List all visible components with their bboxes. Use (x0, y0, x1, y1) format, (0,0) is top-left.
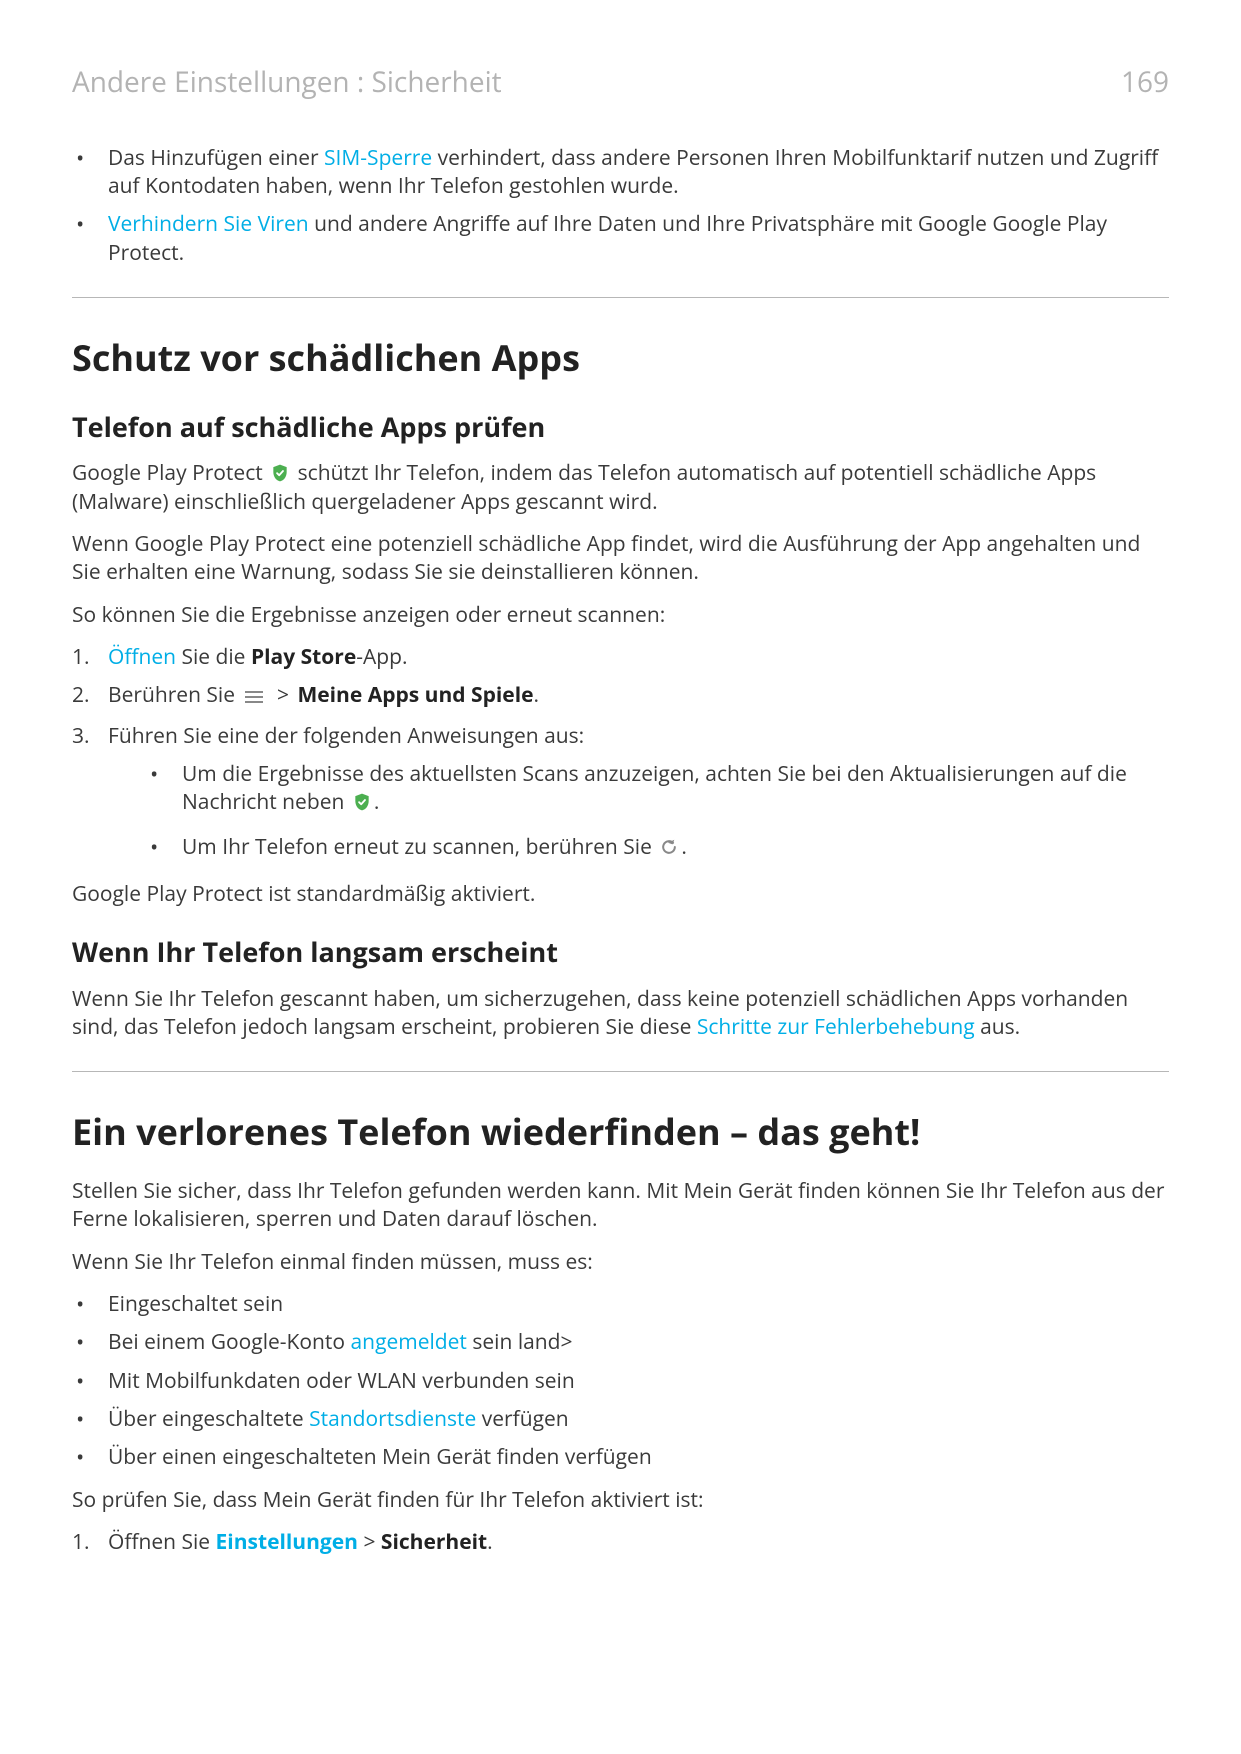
requirements-list: Eingeschaltet sein Bei einem Google-Kont… (72, 1290, 1169, 1472)
paragraph: Google Play Protect schützt Ihr Telefon,… (72, 459, 1169, 516)
link-fehlerbehebung[interactable]: Schritte zur Fehlerbehebung (697, 1013, 975, 1041)
link-standortsdienste[interactable]: Standortsdienste (309, 1405, 476, 1433)
text: Um Ihr Telefon erneut zu scannen, berühr… (182, 833, 657, 861)
section-heading-verloren: Ein verlorenes Telefon wiederfinden – da… (72, 1108, 1169, 1157)
intro-bullet-list: Das Hinzufügen einer SIM-Sperre verhinde… (72, 144, 1169, 267)
paragraph: So prüfen Sie, dass Mein Gerät finden fü… (72, 1486, 1169, 1514)
section-heading-schutz: Schutz vor schädlichen Apps (72, 334, 1169, 383)
text: sein (467, 1328, 512, 1356)
breadcrumb-separator: > (358, 1528, 381, 1556)
text: Google Play Protect (72, 459, 268, 487)
paragraph: Stellen Sie sicher, dass Ihr Telefon gef… (72, 1177, 1169, 1234)
text: -App. (356, 643, 407, 671)
step-3-sub-2: Um Ihr Telefon erneut zu scannen, berühr… (144, 833, 1169, 864)
scan-steps-list: Öffnen Sie die Play Store-App. Berühren … (72, 643, 1169, 864)
bold-sicherheit: Sicherheit (381, 1528, 487, 1556)
text: aus. (975, 1013, 1021, 1041)
bold-play-store: Play Store (251, 643, 356, 671)
req-3: Mit Mobilfunkdaten oder WLAN verbunden s… (72, 1367, 1169, 1395)
subsection-heading-pruefen: Telefon auf schädliche Apps prüfen (72, 409, 1169, 445)
text: Bei einem Google-Konto (108, 1328, 351, 1356)
link-sim-sperre[interactable]: SIM-Sperre (324, 144, 432, 172)
req-5: Über einen eingeschalteten Mein Gerät fi… (72, 1443, 1169, 1471)
refresh-icon (659, 836, 679, 864)
breadcrumb-separator: > (277, 681, 289, 709)
text: . (487, 1528, 493, 1556)
paragraph: Wenn Sie Ihr Telefon einmal finden müsse… (72, 1248, 1169, 1276)
text: Sie die (176, 643, 251, 671)
text: . (681, 833, 687, 861)
page-number: 169 (1121, 64, 1169, 102)
link-einstellungen[interactable]: Einstellungen (216, 1528, 358, 1556)
step-3-sublist: Um die Ergebnisse des aktuellsten Scans … (108, 760, 1169, 864)
req-1: Eingeschaltet sein (72, 1290, 1169, 1318)
req-2: Bei einem Google-Konto angemeldet sein l… (72, 1328, 1169, 1356)
paragraph: Wenn Sie Ihr Telefon gescannt haben, um … (72, 985, 1169, 1042)
activate-step-1: Öffnen Sie Einstellungen > Sicherheit. (72, 1528, 1169, 1556)
text: . (374, 788, 380, 816)
step-3-sub-1: Um die Ergebnisse des aktuellsten Scans … (144, 760, 1169, 817)
paragraph: Google Play Protect ist standardmäßig ak… (72, 880, 1169, 908)
text: Führen Sie eine der folgenden Anweisunge… (108, 722, 584, 750)
step-2: Berühren Sie > Meine Apps und Spiele. (72, 681, 1169, 711)
link-oeffnen[interactable]: Öffnen (108, 643, 176, 671)
bold-meine-apps: Meine Apps und Spiele (297, 681, 533, 709)
text: Öffnen Sie (108, 1528, 216, 1556)
link-verhindern-viren[interactable]: Verhindern Sie Viren (108, 210, 309, 238)
activate-steps-list: Öffnen Sie Einstellungen > Sicherheit. (72, 1528, 1169, 1556)
text: Das Hinzufügen einer (108, 144, 324, 172)
section-divider (72, 1071, 1169, 1072)
text: Berühren Sie (108, 681, 240, 709)
intro-bullet-1: Das Hinzufügen einer SIM-Sperre verhinde… (72, 144, 1169, 201)
text: . (534, 681, 540, 709)
step-3: Führen Sie eine der folgenden Anweisunge… (72, 722, 1169, 864)
intro-bullet-2: Verhindern Sie Viren und andere Angriffe… (72, 210, 1169, 267)
verified-shield-icon (352, 791, 372, 811)
section-divider (72, 297, 1169, 298)
hamburger-menu-icon (244, 683, 264, 711)
text: verfügen (476, 1405, 568, 1433)
link-angemeldet[interactable]: angemeldet (351, 1328, 467, 1356)
req-4: Über eingeschaltete Standortsdienste ver… (72, 1405, 1169, 1433)
verified-shield-icon (270, 462, 290, 482)
step-1: Öffnen Sie die Play Store-App. (72, 643, 1169, 671)
text: Um die Ergebnisse des aktuellsten Scans … (182, 760, 1127, 816)
paragraph: Wenn Google Play Protect eine potenziell… (72, 530, 1169, 587)
page-header: Andere Einstellungen : Sicherheit 169 (72, 64, 1169, 102)
breadcrumb: Andere Einstellungen : Sicherheit (72, 64, 502, 102)
paragraph: So können Sie die Ergebnisse anzeigen od… (72, 601, 1169, 629)
subsection-heading-langsam: Wenn Ihr Telefon langsam erscheint (72, 934, 1169, 970)
text: Über eingeschaltete (108, 1405, 309, 1433)
